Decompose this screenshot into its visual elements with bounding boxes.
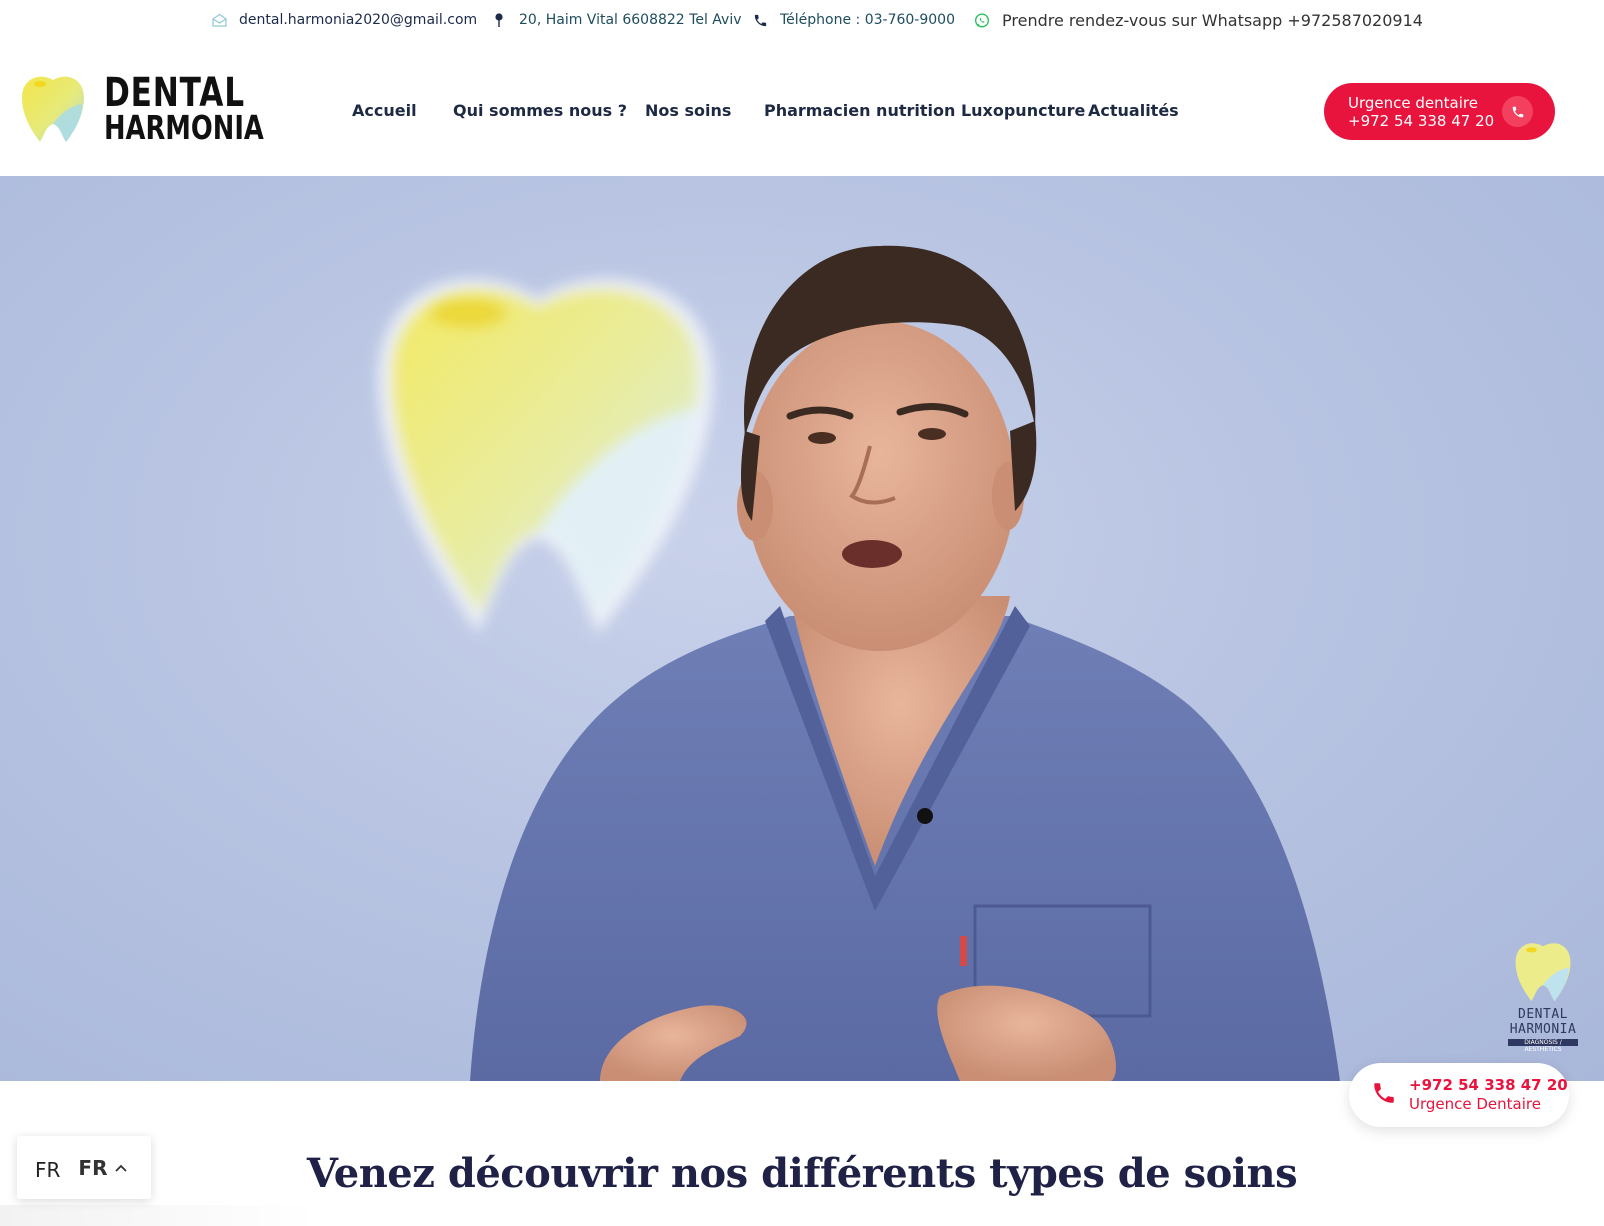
whatsapp-icon [974, 13, 990, 29]
chevron-up-icon [115, 1161, 128, 1175]
whatsapp-contact[interactable]: Prendre rendez-vous sur Whatsapp +972587… [974, 11, 1423, 30]
watermark-line2: HARMONIA [1509, 1022, 1577, 1037]
nav-item-nos-soins[interactable]: Nos soins [645, 101, 731, 120]
site-logo[interactable]: DENTAL HARMONIA [20, 70, 309, 148]
address-text: 20, Haim Vital 6608822 Tel Aviv [519, 12, 742, 28]
language-code: FR [78, 1155, 108, 1180]
nav-item-pharmacien[interactable]: Pharmacien nutrition Luxopuncture [764, 101, 1085, 120]
email-contact[interactable]: dental.harmonia2020@gmail.com [211, 12, 477, 28]
section-title: Venez découvrir nos différents types de … [306, 1150, 1298, 1197]
site-header: DENTAL HARMONIA Accueil Qui sommes nous … [0, 44, 1604, 176]
nav-item-actualites[interactable]: Actualités [1088, 101, 1179, 120]
logo-line2: HARMONIA [104, 108, 264, 148]
logo-wordmark: DENTAL HARMONIA [104, 70, 309, 148]
urgent-number: +972 54 338 47 20 [1348, 111, 1495, 130]
tooth-logo-icon [22, 76, 84, 142]
nav-item-qui-sommes-nous[interactable]: Qui sommes nous ? [453, 101, 627, 120]
watermark-line1: DENTAL [1518, 1007, 1568, 1022]
urgent-call-button[interactable]: Urgence dentaire +972 54 338 47 20 [1324, 83, 1555, 140]
call-card-number: +972 54 338 47 20 [1409, 1076, 1568, 1094]
telephone-contact[interactable]: Téléphone : 03-760-9000 [752, 12, 955, 28]
phone-icon [1371, 1080, 1397, 1110]
floating-call-card[interactable]: +972 54 338 47 20 Urgence Dentaire [1349, 1063, 1569, 1127]
watermark-tagline: DIAGNOSIS / AESTHETICS [1508, 1039, 1578, 1053]
email-text[interactable]: dental.harmonia2020@gmail.com [239, 12, 477, 28]
language-switcher[interactable]: FR FR [17, 1136, 151, 1199]
address-contact: 20, Haim Vital 6608822 Tel Aviv [491, 12, 742, 28]
phone-icon [752, 12, 768, 28]
video-watermark-logo: DENTAL HARMONIA DIAGNOSIS / AESTHETICS [1500, 941, 1586, 1053]
telephone-text[interactable]: Téléphone : 03-760-9000 [780, 12, 955, 28]
nav-item-accueil[interactable]: Accueil [352, 101, 417, 120]
doctor-figure [470, 245, 1340, 1081]
urgent-label: Urgence dentaire [1348, 93, 1478, 112]
bottom-shadow [0, 1205, 320, 1226]
whatsapp-text[interactable]: Prendre rendez-vous sur Whatsapp +972587… [1002, 11, 1423, 30]
map-pin-icon [491, 12, 507, 28]
logo-line1: DENTAL [104, 70, 245, 117]
top-info-bar: dental.harmonia2020@gmail.com 20, Haim V… [0, 0, 1604, 44]
phone-icon [1502, 96, 1533, 127]
hero-video[interactable]: DENTAL HARMONIA DIAGNOSIS / AESTHETICS [0, 176, 1604, 1081]
call-card-label: Urgence Dentaire [1409, 1095, 1541, 1113]
tooth-watermark-icon [1515, 943, 1571, 1002]
flag-image: FR [35, 1157, 61, 1182]
envelope-icon [211, 12, 227, 28]
